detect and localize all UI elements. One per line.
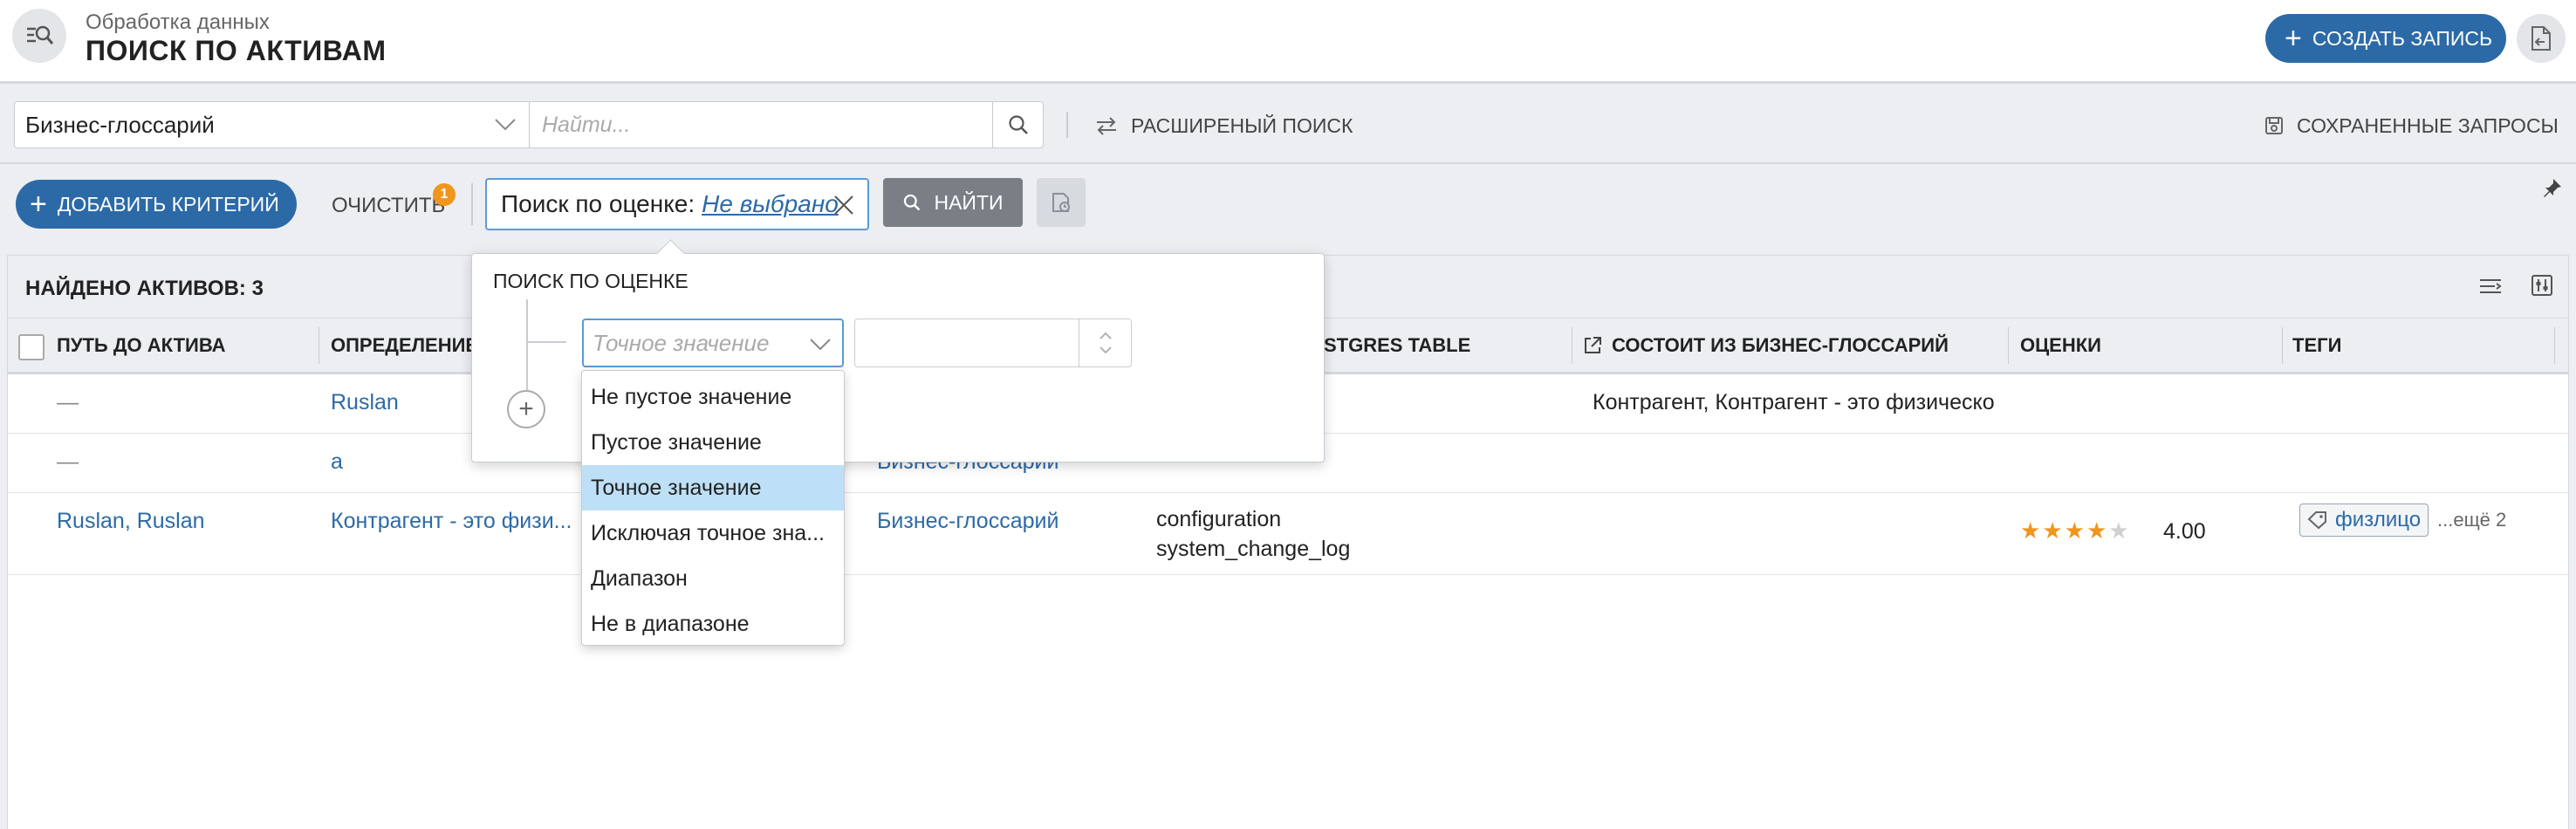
rating-criterion-chip[interactable]: Поиск по оценке: Не выбрано xyxy=(485,178,869,230)
popover-title: ПОИСК ПО ОЦЕНКЕ xyxy=(493,270,689,292)
page-subtitle: Обработка данных xyxy=(86,10,270,34)
dropdown-option[interactable]: Пустое значение xyxy=(582,420,844,465)
star-icon: ★ xyxy=(2042,517,2065,544)
cell-path: — xyxy=(57,390,79,414)
tag-chip[interactable]: физлицо xyxy=(2299,504,2429,537)
column-settings-icon[interactable] xyxy=(2530,273,2554,298)
column-resizer[interactable] xyxy=(2008,327,2009,364)
external-link-icon xyxy=(1585,336,1601,353)
app-header: Обработка данных ПОИСК ПО АКТИВАМ + СОЗД… xyxy=(0,0,2576,84)
search-icon xyxy=(1008,115,1028,134)
plus-icon: + xyxy=(30,188,47,221)
column-header-ratings[interactable]: ОЦЕНКИ xyxy=(2020,319,2101,372)
add-criterion-button[interactable]: + ДОБАВИТЬ КРИТЕРИЙ xyxy=(16,180,297,229)
save-query-icon xyxy=(1052,193,1070,212)
dropdown-option[interactable]: Не пустое значение xyxy=(582,374,844,420)
tag-icon xyxy=(2307,511,2326,530)
table-row[interactable]: Ruslan, Ruslan Контрагент - это физи... … xyxy=(8,493,2568,575)
column-resizer[interactable] xyxy=(2554,327,2555,364)
clear-button[interactable]: ОЧИСТИТЬ xyxy=(332,194,445,218)
catalog-select-value: Бизнес-глоссарий xyxy=(25,111,215,138)
swap-arrows-icon xyxy=(1097,117,1116,135)
cell-definition[interactable]: а xyxy=(331,449,343,475)
search-input[interactable] xyxy=(542,111,996,139)
search-button[interactable] xyxy=(992,102,1043,147)
catalog-select[interactable]: Бизнес-глоссарий xyxy=(15,102,530,147)
column-header-path[interactable]: ПУТЬ ДО АКТИВА xyxy=(57,319,226,372)
select-all-checkbox[interactable] xyxy=(18,334,45,360)
star-icon: ★ xyxy=(2086,517,2109,544)
create-record-button[interactable]: + СОЗДАТЬ ЗАПИСЬ xyxy=(2265,14,2506,63)
save-query-button[interactable] xyxy=(1037,178,1086,227)
chip-label: Поиск по оценке: xyxy=(501,190,695,217)
column-header-consists[interactable]: СОСТОИТ ИЗ БИЗНЕС-ГЛОССАРИЙ xyxy=(1582,319,1949,372)
chevron-down-icon[interactable] xyxy=(1099,346,1113,354)
search-box: Бизнес-глоссарий xyxy=(14,101,1044,148)
condition-type-dropdown: Не пустое значение Пустое значение Точно… xyxy=(581,370,845,646)
column-resizer[interactable] xyxy=(2282,327,2283,364)
condition-type-select[interactable]: Точное значение xyxy=(582,319,844,367)
column-header-definition[interactable]: ОПРЕДЕЛЕНИЕ xyxy=(331,319,478,372)
dropdown-option[interactable]: Исключая точное зна... xyxy=(582,510,844,556)
search-icon xyxy=(904,194,921,211)
chip-value[interactable]: Не выбрано xyxy=(702,190,839,218)
add-condition-button[interactable]: + xyxy=(507,390,545,428)
tag-label: физлицо xyxy=(2335,508,2422,531)
chevron-down-icon xyxy=(495,119,516,131)
rating-value-input[interactable] xyxy=(854,319,1132,367)
more-tags-link[interactable]: ...ещё 2 xyxy=(2437,509,2506,531)
star-icon: ★ xyxy=(2020,517,2043,544)
close-icon[interactable] xyxy=(831,192,857,218)
page-title: ПОИСК ПО АКТИВАМ xyxy=(86,35,387,66)
divider xyxy=(1066,112,1068,138)
export-icon xyxy=(2531,26,2551,51)
number-stepper[interactable] xyxy=(1079,319,1131,367)
cell-consists: Контрагент, Контрагент - это физическо xyxy=(1593,390,1995,414)
star-empty-icon: ★ xyxy=(2108,517,2131,544)
tree-connector xyxy=(526,299,528,390)
plus-icon: + xyxy=(2285,22,2302,55)
cell-table-name: system_change_log xyxy=(1156,537,1351,561)
chevron-down-icon xyxy=(810,339,831,351)
cell-path[interactable]: Ruslan, Ruslan xyxy=(57,509,205,534)
chevron-up-icon[interactable] xyxy=(1099,332,1113,340)
results-count: НАЙДЕНО АКТИВОВ: 3 xyxy=(25,277,264,300)
cell-table-name: configuration xyxy=(1156,507,1282,531)
column-header-postgres-table[interactable]: STGRES TABLE xyxy=(1324,319,1470,372)
saved-queries-link[interactable]: СОХРАНЕННЫЕ ЗАПРОСЫ xyxy=(2264,112,2559,140)
dropdown-option[interactable]: Диапазон xyxy=(582,556,844,601)
export-button[interactable] xyxy=(2517,14,2566,63)
tree-connector xyxy=(526,341,566,343)
pin-icon[interactable] xyxy=(2541,176,2564,199)
dropdown-option[interactable]: Не в диапазоне xyxy=(582,601,844,647)
dropdown-option-selected[interactable]: Точное значение xyxy=(582,465,844,510)
column-header-tags[interactable]: ТЕГИ xyxy=(2292,319,2341,372)
row-density-icon[interactable] xyxy=(2477,275,2504,298)
find-button[interactable]: НАЙТИ xyxy=(883,178,1023,227)
star-icon: ★ xyxy=(2064,517,2086,544)
cell-catalog[interactable]: Бизнес-глоссарий xyxy=(877,509,1058,534)
divider xyxy=(471,183,473,225)
advanced-search-label: РАСШИРЕНЫЙ ПОИСК xyxy=(1131,113,1353,137)
rating-stars: ★★★★★ xyxy=(2020,517,2131,545)
column-header-consists-label: СОСТОИТ ИЗ БИЗНЕС-ГЛОССАРИЙ xyxy=(1612,333,1949,356)
saved-query-icon xyxy=(2265,117,2283,134)
cell-definition[interactable]: Контрагент - это физи... xyxy=(331,509,572,534)
condition-type-value: Точное значение xyxy=(593,329,770,356)
find-label: НАЙТИ xyxy=(934,190,1004,214)
advanced-search-link[interactable]: РАСШИРЕНЫЙ ПОИСК xyxy=(1094,112,1353,140)
cell-definition[interactable]: Ruslan xyxy=(331,390,399,415)
create-record-label: СОЗДАТЬ ЗАПИСЬ xyxy=(2312,26,2493,50)
rating-value: 4.00 xyxy=(2163,519,2206,544)
clear-count-badge: 1 xyxy=(433,183,456,206)
add-criterion-label: ДОБАВИТЬ КРИТЕРИЙ xyxy=(57,192,279,216)
asset-search-icon[interactable] xyxy=(12,9,66,63)
cell-path: — xyxy=(57,449,79,474)
saved-queries-label: СОХРАНЕННЫЕ ЗАПРОСЫ xyxy=(2297,113,2559,137)
